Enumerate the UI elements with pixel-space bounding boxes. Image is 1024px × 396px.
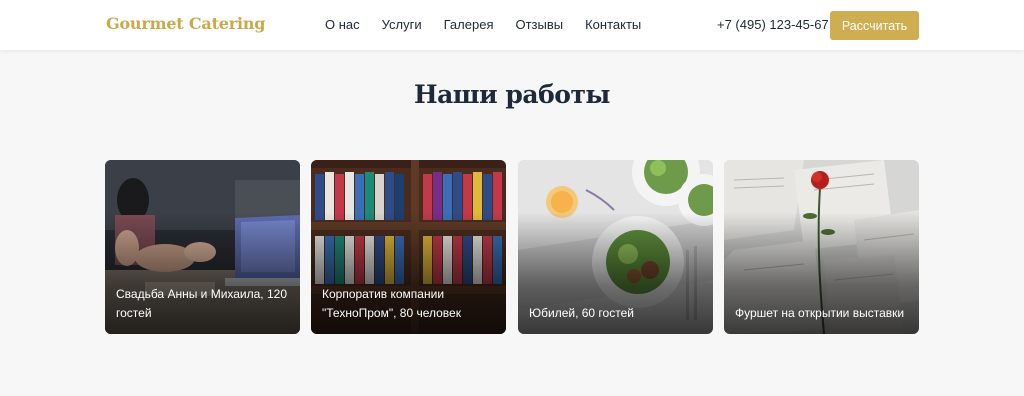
logo[interactable]: Gourmet Catering — [106, 14, 265, 33]
card-caption: Юбилей, 60 гостей — [529, 306, 634, 320]
nav-link-gallery[interactable]: Галерея — [444, 17, 494, 32]
gallery-card[interactable]: Юбилей, 60 гостей — [518, 160, 713, 334]
gallery-card[interactable]: Фуршет на открытии выставки — [724, 160, 919, 334]
phone-number[interactable]: +7 (495) 123-45-67 — [717, 17, 829, 32]
card-caption: Свадьба Анны и Михаила, 120 гостей — [116, 287, 287, 320]
card-caption: Фуршет на открытии выставки — [735, 306, 905, 320]
section-title: Наши работы — [413, 80, 611, 109]
gallery-card[interactable]: Корпоратив компании "ТехноПром", 80 чело… — [311, 160, 506, 334]
calculate-button[interactable]: Рассчитать — [830, 11, 919, 40]
main-nav: О нас Услуги Галерея Отзывы Контакты — [325, 17, 663, 32]
nav-link-about[interactable]: О нас — [325, 17, 360, 32]
nav-link-services[interactable]: Услуги — [382, 17, 422, 32]
nav-link-contacts[interactable]: Контакты — [585, 17, 641, 32]
card-caption: Корпоратив компании "ТехноПром", 80 чело… — [322, 287, 461, 320]
nav-link-reviews[interactable]: Отзывы — [515, 17, 563, 32]
gallery-card[interactable]: Свадьба Анны и Михаила, 120 гостей — [105, 160, 300, 334]
site-header: Gourmet Catering О нас Услуги Галерея От… — [0, 0, 1024, 50]
